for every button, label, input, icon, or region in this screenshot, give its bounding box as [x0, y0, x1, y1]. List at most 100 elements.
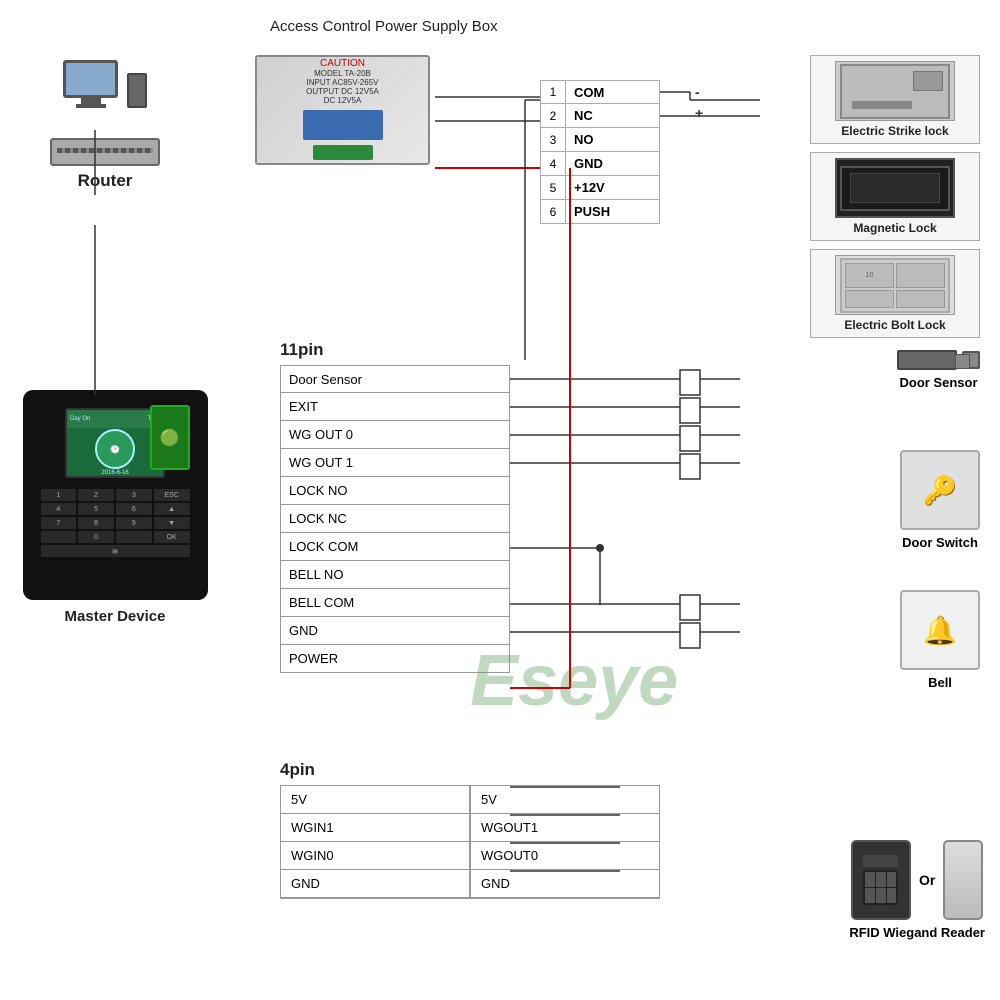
router-section: Router [30, 60, 180, 191]
terminal-num-1: 1 [541, 81, 566, 103]
pin4-left-col: 5V WGIN1 WGIN0 GND [280, 785, 470, 899]
terminal-label-6: PUSH [566, 204, 610, 219]
pin4-left-wgin0: WGIN0 [281, 842, 469, 870]
rfid-readers: Or [849, 840, 985, 920]
or-text: Or [919, 872, 935, 888]
magnetic-lock-label: Magnetic Lock [853, 221, 936, 235]
monitor-base [76, 104, 106, 108]
pin-row-lock-com: LOCK COM [280, 533, 510, 561]
master-device-section: Day On THU 🕐 2016-6-16 🟢 1 2 3 E [15, 390, 215, 625]
pin4-left-wgin1: WGIN1 [281, 814, 469, 842]
terminal-label-2: NC [566, 108, 593, 123]
door-switch-image: 🔑 [900, 450, 980, 530]
pin-row-bell-no-label: BELL NO [281, 567, 509, 582]
bell-section: 🔔 Bell [900, 590, 980, 690]
pin4-grid: 5V WGIN1 WGIN0 GND 5V WGOUT1 WGOUT0 GND [280, 785, 660, 899]
pin4-right-wgout0: WGOUT0 [471, 842, 659, 870]
terminal-row-3: 3 NO [540, 128, 660, 152]
pin11-section: 11pin Door Sensor EXIT WG OUT 0 WG OUT 1… [280, 340, 510, 673]
pin4-section: 4pin 5V WGIN1 WGIN0 GND 5V WGOUT1 WGOUT0… [280, 760, 660, 899]
page-title: Access Control Power Supply Box [270, 18, 498, 35]
router-label: Router [30, 171, 180, 191]
terminal-num-6: 6 [541, 200, 566, 223]
svg-text:-: - [695, 84, 700, 100]
door-switch-label: Door Switch [900, 535, 980, 550]
terminal-label-1: COM [566, 85, 604, 100]
terminal-row-5: 5 +12V [540, 176, 660, 200]
terminal-num-2: 2 [541, 104, 566, 127]
pin-row-exit: EXIT [280, 393, 510, 421]
door-sensor-section: Door Sensor [897, 350, 980, 390]
computer-icon [30, 60, 180, 108]
electric-bolt-lock-item: 10 Electric Bolt Lock [810, 249, 980, 338]
terminal-block: 1 COM 2 NC 3 NO 4 GND 5 +12V 6 PUSH [540, 80, 660, 224]
pin-row-door-sensor-label: Door Sensor [281, 372, 509, 387]
terminal-row-1: 1 COM [540, 80, 660, 104]
terminal-row-4: 4 GND [540, 152, 660, 176]
power-box-image: CAUTION MODEL TA-20BINPUT AC85V-265VOUTP… [255, 55, 430, 165]
electric-strike-lock-item: Electric Strike lock [810, 55, 980, 144]
pin4-right-col: 5V WGOUT1 WGOUT0 GND [470, 785, 660, 899]
pin-row-exit-label: EXIT [281, 399, 509, 414]
pin-row-bell-no: BELL NO [280, 561, 510, 589]
pin-row-gnd-label: GND [281, 623, 509, 638]
rfid-reader2-image [943, 840, 983, 920]
power-supply-box: CAUTION MODEL TA-20BINPUT AC85V-265VOUTP… [255, 55, 435, 175]
rfid-reader1-image [851, 840, 911, 920]
pin4-right-gnd: GND [471, 870, 659, 898]
computer-tower [127, 73, 147, 108]
magnetic-lock-image [835, 158, 955, 218]
door-sensor-label: Door Sensor [897, 375, 980, 390]
bell-label: Bell [900, 675, 980, 690]
keypad: 1 2 3 ESC 4 5 6 ▲ 7 8 9 ▼ 0 OK ≋ [38, 486, 193, 560]
door-sensor-main-icon [897, 350, 957, 370]
svg-text:+: + [695, 105, 703, 121]
pin-row-door-sensor: Door Sensor [280, 365, 510, 393]
monitor-icon [63, 60, 118, 98]
rfid-label: RFID Wiegand Reader [849, 925, 985, 940]
terminal-label-3: NO [566, 132, 594, 147]
terminal-row-2: 2 NC [540, 104, 660, 128]
pin-row-lock-no-label: LOCK NO [281, 483, 509, 498]
pin4-left-gnd: GND [281, 870, 469, 898]
pin-row-bell-com: BELL COM [280, 589, 510, 617]
electric-strike-lock-image [835, 61, 955, 121]
terminal-num-3: 3 [541, 128, 566, 151]
master-device-label: Master Device [15, 608, 215, 625]
door-switch-section: 🔑 Door Switch [900, 450, 980, 550]
pin-row-wgout1: WG OUT 1 [280, 449, 510, 477]
pin-row-bell-com-label: BELL COM [281, 595, 509, 610]
terminal-num-4: 4 [541, 152, 566, 175]
network-switch-icon [50, 138, 160, 166]
pin4-left-5v: 5V [281, 786, 469, 814]
rfid-section: Or RFID Wiegand Reader [849, 840, 985, 940]
pin-row-wgout1-label: WG OUT 1 [281, 455, 509, 470]
lock-section: Electric Strike lock Magnetic Lock 10 El [810, 55, 980, 338]
pin4-title: 4pin [280, 760, 660, 780]
electric-bolt-lock-image: 10 [835, 255, 955, 315]
pin-row-lock-com-label: LOCK COM [281, 539, 509, 554]
clock-icon: 🕐 [95, 429, 135, 469]
fingerprint-sensor: 🟢 [150, 405, 190, 470]
eseye-watermark: Eseye [470, 640, 678, 722]
pin-row-wgout0-label: WG OUT 0 [281, 427, 509, 442]
pin-row-lock-nc-label: LOCK NC [281, 511, 509, 526]
terminal-row-6: 6 PUSH [540, 200, 660, 224]
electric-strike-lock-label: Electric Strike lock [841, 124, 948, 138]
terminal-label-5: +12V [566, 180, 605, 195]
bell-image: 🔔 [900, 590, 980, 670]
magnetic-lock-item: Magnetic Lock [810, 152, 980, 241]
pin-row-lock-no: LOCK NO [280, 477, 510, 505]
pin11-title: 11pin [280, 340, 510, 360]
electric-bolt-lock-label: Electric Bolt Lock [844, 318, 945, 332]
terminal-label-4: GND [566, 156, 603, 171]
pin4-right-wgout1: WGOUT1 [471, 814, 659, 842]
pin-row-lock-nc: LOCK NC [280, 505, 510, 533]
diagram: Access Control Power Supply Box Router [0, 0, 1000, 1000]
device-box: Day On THU 🕐 2016-6-16 🟢 1 2 3 E [23, 390, 208, 600]
pin11-rows: Door Sensor EXIT WG OUT 0 WG OUT 1 LOCK … [280, 365, 510, 673]
door-sensor-image-group [897, 350, 980, 370]
pin4-right-5v: 5V [471, 786, 659, 814]
pin-row-wgout0: WG OUT 0 [280, 421, 510, 449]
terminal-num-5: 5 [541, 176, 566, 199]
